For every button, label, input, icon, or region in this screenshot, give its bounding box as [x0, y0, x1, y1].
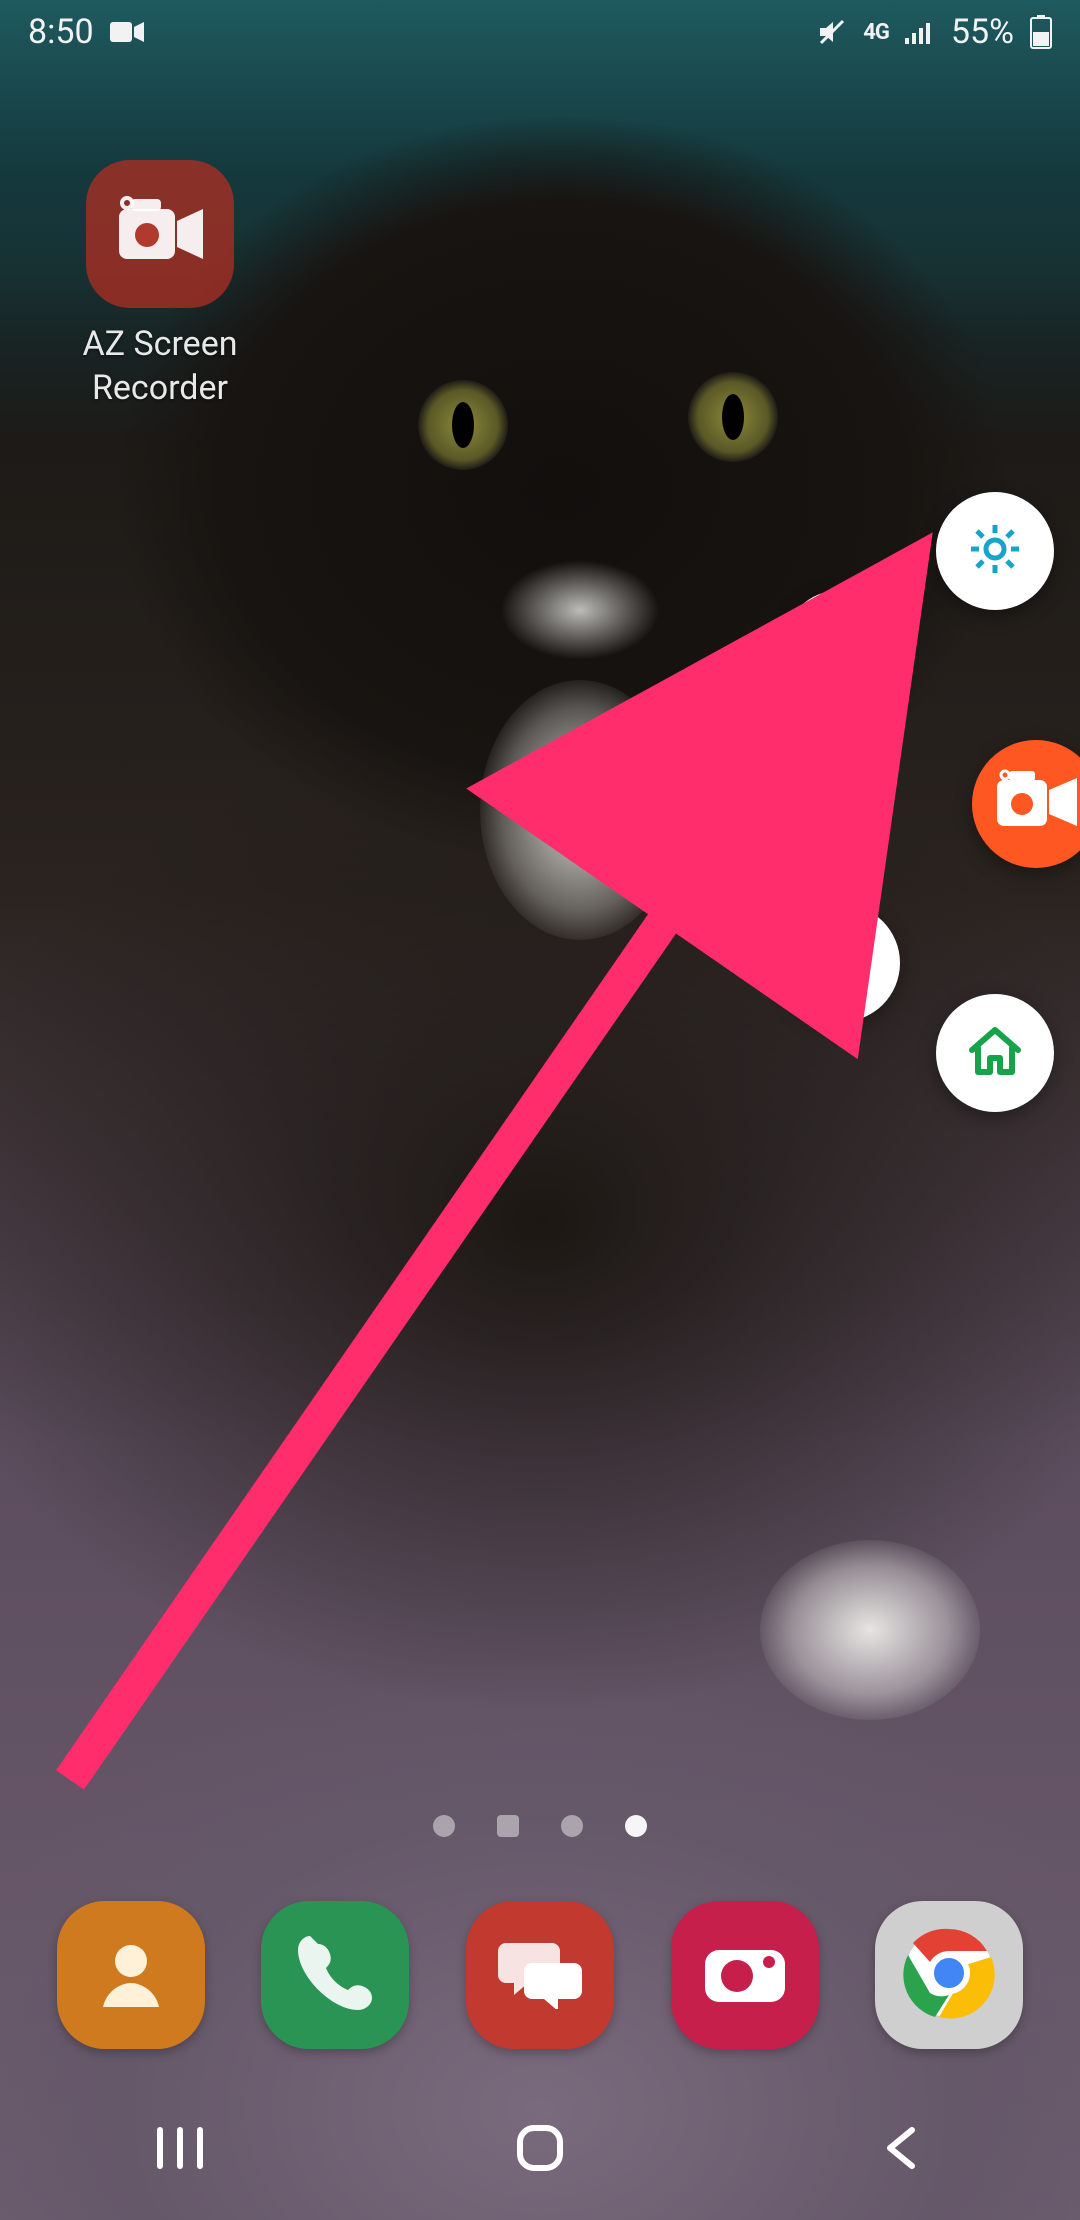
nav-back-button[interactable] — [800, 2100, 1000, 2200]
wallpaper-decor — [480, 680, 680, 940]
home-icon — [966, 1024, 1024, 1082]
chrome-icon — [901, 1925, 997, 2025]
nav-recents-button[interactable] — [80, 2100, 280, 2200]
dock-app-contacts[interactable] — [57, 1901, 205, 2049]
home-screen: 8:50 4G 55% — [0, 0, 1080, 2220]
recents-icon — [154, 2126, 206, 2174]
phone-icon — [298, 1936, 372, 2014]
network-type-label: 4G — [863, 20, 889, 45]
page-dot-home[interactable] — [497, 1815, 519, 1837]
chat-icon — [498, 1937, 582, 2013]
network-type-icon: 4G — [863, 20, 889, 45]
az-recorder-icon — [113, 195, 207, 273]
camera-app-icon — [701, 1940, 789, 2010]
az-recorder-icon — [993, 768, 1079, 840]
dock-app-camera[interactable] — [671, 1901, 819, 2049]
wallpaper-decor — [500, 560, 660, 660]
video-recording-icon — [110, 20, 144, 44]
status-bar-right: 4G 55% — [817, 12, 1052, 52]
mute-icon — [817, 17, 847, 47]
dock — [0, 1870, 1080, 2080]
fab-go-live-button[interactable] — [782, 904, 900, 1022]
page-dot-active[interactable] — [625, 1815, 647, 1837]
dock-app-phone[interactable] — [261, 1901, 409, 2049]
back-icon — [880, 2124, 920, 2176]
camera-icon — [810, 621, 872, 677]
page-dot[interactable] — [433, 1815, 455, 1837]
app-label: AZ Screen Recorder — [50, 322, 270, 410]
gear-icon — [965, 519, 1025, 583]
nav-home-icon — [514, 2122, 566, 2178]
app-tile — [86, 160, 234, 308]
status-time: 8:50 — [28, 12, 94, 52]
wallpaper-decor — [418, 380, 508, 470]
fab-record-video-button[interactable] — [720, 748, 840, 868]
fab-screenshot-button[interactable] — [782, 590, 900, 708]
battery-percent: 55% — [951, 12, 1014, 52]
app-shortcut-az-screen-recorder[interactable]: AZ Screen Recorder — [50, 160, 270, 410]
fab-settings-button[interactable] — [936, 492, 1054, 610]
dock-app-messages[interactable] — [466, 1901, 614, 2049]
signal-strength-icon — [905, 20, 935, 44]
page-indicator[interactable] — [0, 1815, 1080, 1837]
broadcast-icon — [809, 936, 873, 990]
nav-home-button[interactable] — [440, 2100, 640, 2200]
wallpaper-decor — [760, 1540, 980, 1720]
battery-icon — [1030, 15, 1052, 49]
page-dot[interactable] — [561, 1815, 583, 1837]
wallpaper-decor — [688, 372, 778, 462]
status-bar[interactable]: 8:50 4G 55% — [0, 0, 1080, 64]
person-icon — [91, 1933, 171, 2017]
fab-toolbox-home-button[interactable] — [936, 994, 1054, 1112]
dock-app-chrome[interactable] — [875, 1901, 1023, 2049]
status-bar-left: 8:50 — [28, 12, 144, 52]
video-camera-icon — [748, 783, 812, 833]
navigation-bar — [0, 2080, 1080, 2220]
